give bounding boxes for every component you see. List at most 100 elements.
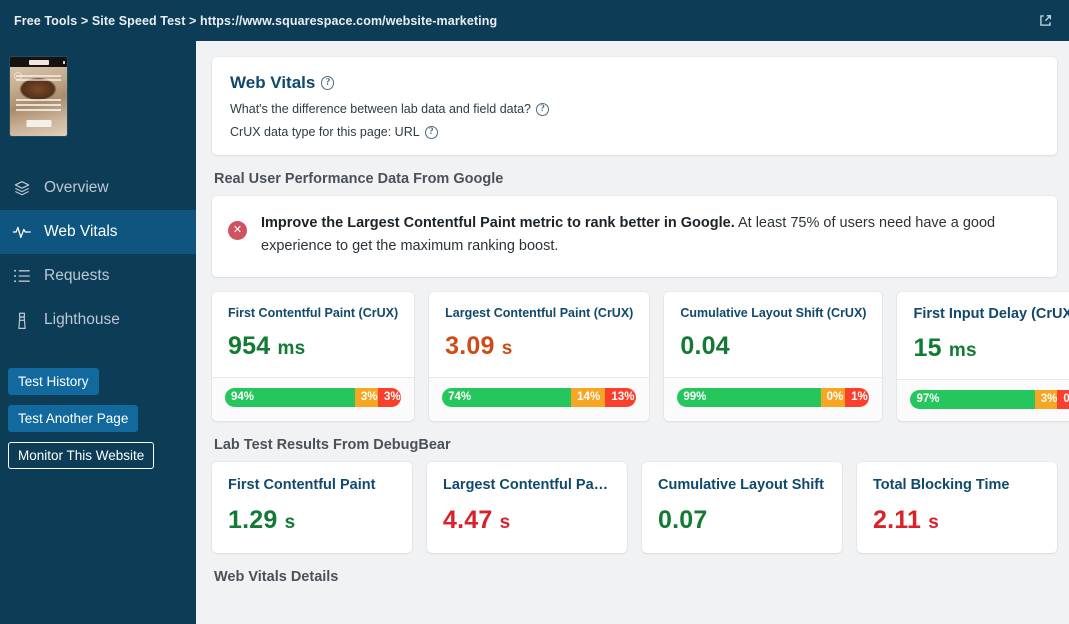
section-heading-lab: Lab Test Results From DebugBear	[214, 436, 451, 453]
metric-name: Total Blocking Time	[873, 476, 1010, 493]
lab-metric-card-lcp: Largest Contentful Pa… 4.47 s	[427, 461, 627, 553]
metric-number: 1.29	[228, 505, 278, 534]
sidebar-item-overview[interactable]: Overview	[0, 166, 196, 210]
metric-card-cls-crux: Cumulative Layout Shift (CrUX) 0.04 99% …	[664, 291, 883, 421]
list-icon	[12, 266, 32, 286]
metric-top: Largest Contentful Paint (CrUX) 3.09 s	[429, 292, 649, 377]
metric-card-fcp-crux: First Contentful Paint (CrUX) 954 ms 94%…	[212, 291, 415, 421]
help-icon[interactable]: ?	[321, 76, 335, 90]
page-title-text: Web Vitals	[230, 73, 316, 92]
metric-top: First Contentful Paint (CrUX) 954 ms	[212, 292, 414, 377]
metric-distribution-footer: 94% 3% 3%	[212, 376, 415, 419]
web-vitals-info-card: Web Vitals ? What's the difference betwe…	[212, 57, 1057, 155]
metric-number: 4.47	[443, 505, 493, 534]
thumbnail-menu-icon	[63, 61, 65, 64]
section-heading-details: Web Vitals Details	[214, 568, 339, 585]
metric-top: Cumulative Layout Shift 0.07	[642, 462, 842, 553]
crux-data-type-text: CrUX data type for this page: URL	[230, 125, 420, 139]
page-title: Web Vitals ?	[230, 73, 1039, 93]
thumbnail-cta-button	[26, 120, 51, 127]
metric-unit: s	[499, 511, 511, 533]
lab-vs-field-text[interactable]: What's the difference between lab data a…	[230, 102, 531, 116]
crux-data-type-row: CrUX data type for this page: URL ?	[230, 125, 1039, 139]
sidebar-item-requests[interactable]: Requests	[0, 254, 196, 298]
sidebar-item-label: Overview	[44, 179, 109, 196]
metric-name: Largest Contentful Pa…	[443, 476, 609, 493]
sidebar-item-web-vitals[interactable]: Web Vitals	[0, 210, 196, 254]
crux-metrics-grid: First Contentful Paint (CrUX) 954 ms 94%…	[212, 291, 1069, 421]
metric-top: First Contentful Paint 1.29 s	[212, 462, 412, 553]
bar-segment-good: 99%	[677, 387, 821, 407]
sidebar-item-label: Lighthouse	[44, 311, 120, 328]
metric-value: 2.11 s	[873, 506, 1041, 535]
thumbnail-topbar	[10, 57, 67, 67]
metric-number: 0.07	[658, 505, 708, 534]
external-link-icon[interactable]	[1033, 9, 1057, 33]
site-screenshot-thumbnail[interactable]	[10, 57, 67, 136]
lab-metric-card-tbt: Total Blocking Time 2.11 s	[857, 461, 1057, 553]
metric-number: 954	[228, 331, 271, 360]
main-content: Web Vitals ? What's the difference betwe…	[196, 41, 1069, 624]
breadcrumb[interactable]: Free Tools > Site Speed Test > https://w…	[14, 14, 497, 28]
sidebar: Overview Web Vitals Requests Lighthouse …	[0, 41, 196, 624]
bar-segment-poor: 13%	[605, 387, 637, 407]
thumbnail-logo	[28, 59, 49, 65]
metric-unit: s	[284, 511, 296, 533]
page-body: Overview Web Vitals Requests Lighthouse …	[0, 41, 1069, 624]
metric-unit: s	[501, 337, 513, 359]
metric-top: Largest Contentful Pa… 4.47 s	[427, 462, 627, 553]
test-history-button[interactable]: Test History	[8, 368, 99, 395]
alert-bold-text: Improve the Largest Contentful Paint met…	[261, 215, 735, 231]
lab-metric-card-fcp: First Contentful Paint 1.29 s	[212, 461, 412, 553]
lab-metric-card-cls: Cumulative Layout Shift 0.07	[642, 461, 842, 553]
bar-segment-average: 14%	[571, 387, 606, 407]
site-speed-test-page: Free Tools > Site Speed Test > https://w…	[0, 0, 1069, 624]
metric-number: 3.09	[445, 331, 495, 360]
metric-unit: ms	[948, 339, 977, 361]
metric-value: 4.47 s	[443, 506, 611, 535]
sidebar-actions: Test History Test Another Page Monitor T…	[0, 368, 196, 479]
metric-value: 1.29 s	[228, 506, 396, 535]
metric-distribution-footer: 99% 0% 1%	[664, 376, 883, 419]
test-another-page-button[interactable]: Test Another Page	[8, 405, 139, 432]
distribution-bar: 99% 0% 1%	[677, 387, 870, 407]
metric-value: 0.04	[680, 332, 866, 361]
sidebar-item-label: Requests	[44, 267, 110, 284]
monitor-this-website-button[interactable]: Monitor This Website	[8, 442, 155, 469]
metric-name: Cumulative Layout Shift	[658, 476, 824, 493]
metric-distribution-footer: 97% 3% 0%	[897, 378, 1069, 421]
help-icon[interactable]: ?	[535, 102, 549, 116]
top-bar: Free Tools > Site Speed Test > https://w…	[0, 0, 1069, 41]
lab-vs-field-link-row: What's the difference between lab data a…	[230, 102, 1039, 116]
metric-value: 0.07	[658, 506, 826, 535]
bar-segment-good: 74%	[442, 387, 572, 407]
error-circle-icon: ✕	[228, 221, 247, 240]
bar-segment-average: 0%	[820, 387, 846, 407]
metric-name: Cumulative Layout Shift (CrUX)	[680, 305, 867, 320]
metric-value: 954 ms	[228, 332, 398, 361]
metric-number: 0.04	[680, 331, 730, 360]
bar-segment-poor: 1%	[845, 387, 870, 407]
sidebar-item-lighthouse[interactable]: Lighthouse	[0, 298, 196, 342]
bar-segment-average: 3%	[354, 387, 378, 407]
distribution-bar: 74% 14% 13%	[442, 387, 637, 407]
distribution-bar: 94% 3% 3%	[225, 387, 402, 407]
help-icon[interactable]: ?	[424, 125, 438, 139]
metric-card-fid-crux: First Input Delay (CrUX) 15 ms 97% 3% 0%	[897, 291, 1069, 421]
metric-name: First Contentful Paint (CrUX)	[228, 305, 399, 320]
metric-value: 3.09 s	[445, 332, 633, 361]
sidebar-item-label: Web Vitals	[44, 223, 118, 240]
metric-card-lcp-crux: Largest Contentful Paint (CrUX) 3.09 s 7…	[429, 291, 650, 421]
bar-segment-average: 3%	[1034, 389, 1058, 409]
bar-segment-good: 94%	[225, 387, 355, 407]
metric-number: 15	[913, 333, 942, 362]
lighthouse-icon	[12, 310, 32, 330]
metric-top: First Input Delay (CrUX) 15 ms	[897, 292, 1069, 379]
bar-segment-good: 97%	[910, 389, 1035, 409]
layers-icon	[12, 178, 32, 198]
distribution-bar: 97% 3% 0%	[910, 389, 1069, 409]
metric-number: 2.11	[873, 505, 922, 534]
metric-value: 15 ms	[913, 334, 1069, 363]
metric-name: First Input Delay (CrUX)	[913, 305, 1069, 322]
activity-pulse-icon	[12, 222, 32, 242]
